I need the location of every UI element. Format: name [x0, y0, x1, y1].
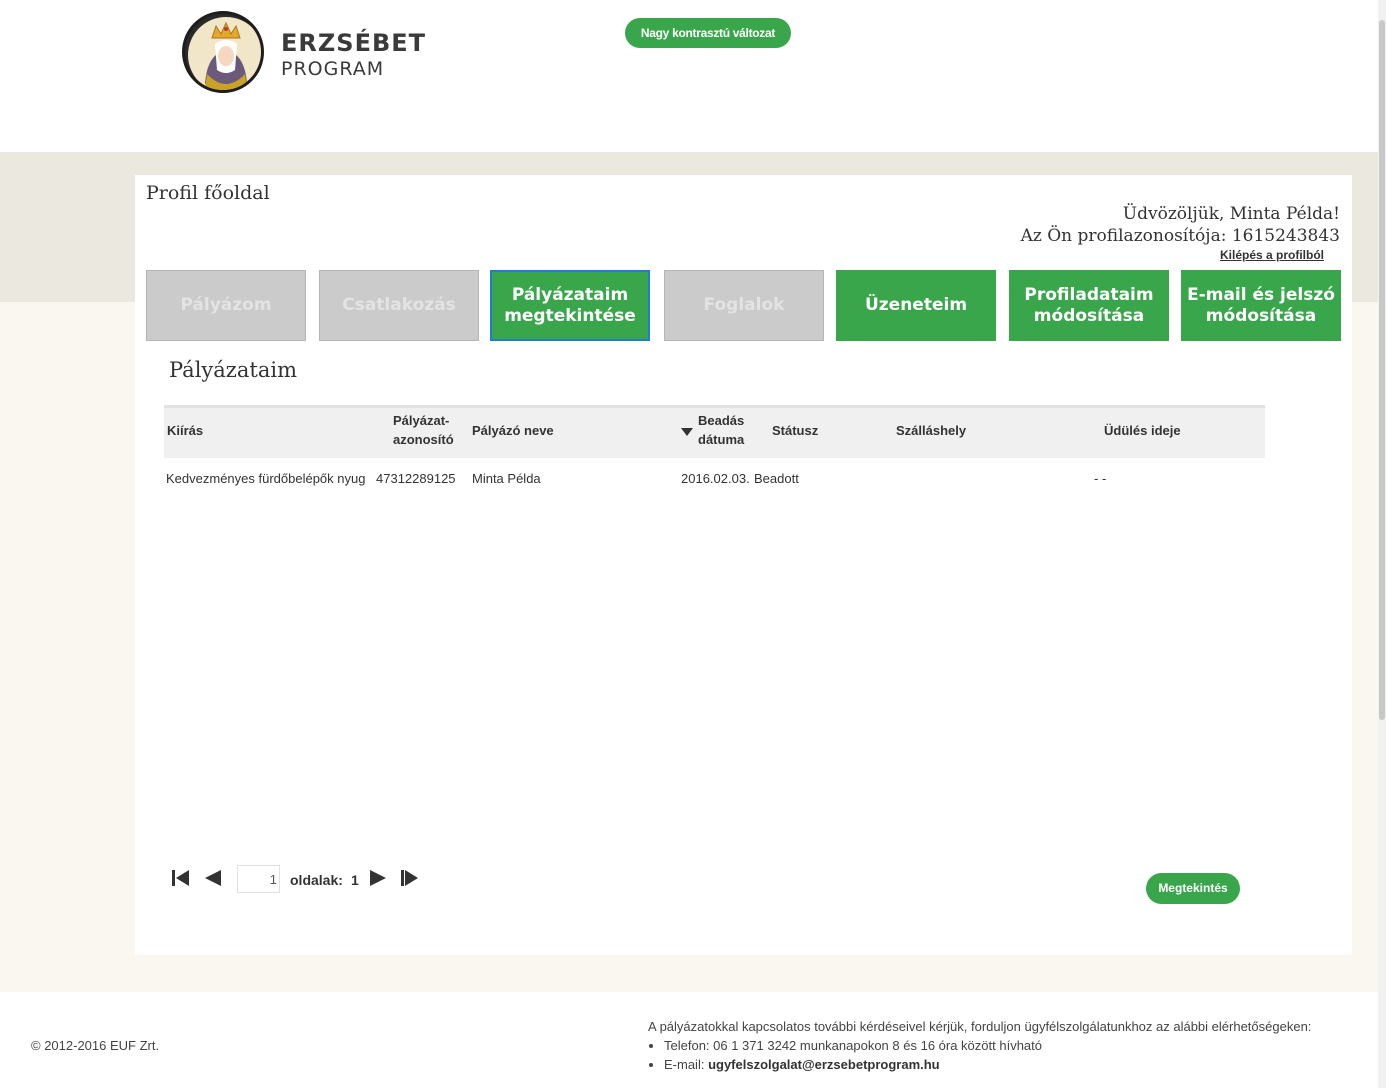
- table-row[interactable]: Kedvezményes fürdőbelépők nyug 473122891…: [164, 458, 1265, 498]
- col-beadas-datuma[interactable]: Beadás dátuma: [698, 411, 744, 449]
- table-header: Kiírás Pályázat- azonosító Pályázó neve …: [164, 405, 1265, 458]
- col-datum-line1: Beadás: [698, 413, 745, 428]
- section-title: Pályázataim: [169, 358, 297, 382]
- welcome-block: Üdvözöljük, Minta Példa! Az Ön profilazo…: [1021, 203, 1340, 247]
- tab-email-jelszo-modositasa[interactable]: E-mail és jelszó módosítása: [1181, 270, 1341, 341]
- col-datum-line2: dátuma: [698, 432, 745, 447]
- contact-email-label: E-mail:: [664, 1057, 709, 1072]
- col-palyazo-neve[interactable]: Pályázó neve: [472, 421, 554, 440]
- cell-udules: - -: [1094, 471, 1107, 486]
- tab-csatlakozas[interactable]: Csatlakozás: [319, 270, 479, 341]
- contact-email-link[interactable]: ugyfelszolgalat@erzsebetprogram.hu: [708, 1057, 940, 1072]
- applications-table: Kiírás Pályázat- azonosító Pályázó neve …: [164, 405, 1265, 498]
- logo-subtitle: PROGRAM: [281, 58, 385, 80]
- cell-datum: 2016.02.03.: [681, 471, 750, 486]
- page-scrollbar[interactable]: [1378, 0, 1386, 1088]
- pagination: oldalak: 1: [172, 865, 432, 895]
- prev-page-icon[interactable]: [204, 869, 222, 887]
- contact-phone: Telefon: 06 1 371 3242 munkanapokon 8 és…: [664, 1036, 1311, 1055]
- col-statusz[interactable]: Státusz: [772, 421, 818, 440]
- page-number-input[interactable]: [237, 865, 280, 893]
- footer: © 2012-2016 EUF Zrt. A pályázatokkal kap…: [0, 992, 1378, 1088]
- contact-info: A pályázatokkal kapcsolatos további kérd…: [648, 1017, 1311, 1074]
- col-szallashely[interactable]: Szálláshely: [896, 421, 966, 440]
- page-title: Profil főoldal: [146, 182, 270, 204]
- sort-desc-icon: [681, 428, 693, 436]
- copyright-text: © 2012-2016 EUF Zrt.: [31, 1038, 160, 1053]
- scrollbar-thumb[interactable]: [1379, 20, 1385, 720]
- cell-azonosito: 47312289125: [376, 471, 456, 486]
- cell-nev: Minta Példa: [472, 471, 541, 486]
- profile-card: Profil főoldal Üdvözöljük, Minta Példa! …: [135, 175, 1352, 955]
- view-button[interactable]: Megtekintés: [1146, 873, 1240, 904]
- col-azonosito[interactable]: Pályázat- azonosító: [393, 411, 454, 449]
- tab-uzeneteim[interactable]: Üzeneteim: [836, 270, 996, 341]
- tab-palyazom[interactable]: Pályázom: [146, 270, 306, 341]
- high-contrast-button[interactable]: Nagy kontrasztú változat: [625, 18, 791, 48]
- profile-id-text: Az Ön profilazonosítója: 1615243843: [1020, 226, 1340, 246]
- next-page-icon[interactable]: [369, 869, 387, 887]
- last-page-icon[interactable]: [401, 869, 419, 887]
- tab-palyazataim-megtekintese[interactable]: Pályázataim megtekintése: [490, 270, 650, 341]
- tab-foglalok[interactable]: Foglalok: [664, 270, 824, 341]
- cell-kiiras: Kedvezményes fürdőbelépők nyug: [166, 471, 366, 486]
- col-kiiras[interactable]: Kiírás: [167, 421, 203, 440]
- col-azonosito-line2: azonosító: [393, 432, 454, 447]
- page-count: 1: [351, 872, 359, 888]
- welcome-text: Üdvözöljük, Minta Példa!: [1122, 204, 1340, 224]
- tab-profiladataim-modositasa[interactable]: Profiladataim módosítása: [1009, 270, 1169, 341]
- cell-statusz: Beadott: [754, 471, 799, 486]
- logo-title: ERZSÉBET: [281, 29, 427, 57]
- queen-emblem-icon: [182, 11, 264, 93]
- pages-label: oldalak:: [290, 872, 343, 888]
- first-page-icon[interactable]: [172, 869, 190, 887]
- contact-intro: A pályázatokkal kapcsolatos további kérd…: [648, 1019, 1312, 1034]
- logout-link[interactable]: Kilépés a profilból: [1220, 248, 1324, 262]
- contact-email-item: E-mail: ugyfelszolgalat@erzsebetprogram.…: [664, 1055, 1311, 1074]
- top-header: ERZSÉBET PROGRAM Nagy kontrasztú változa…: [0, 0, 1378, 152]
- col-udules-ideje[interactable]: Üdülés ideje: [1104, 421, 1181, 440]
- col-azonosito-line1: Pályázat-: [393, 413, 450, 428]
- erzsebet-program-logo[interactable]: ERZSÉBET PROGRAM: [182, 11, 425, 93]
